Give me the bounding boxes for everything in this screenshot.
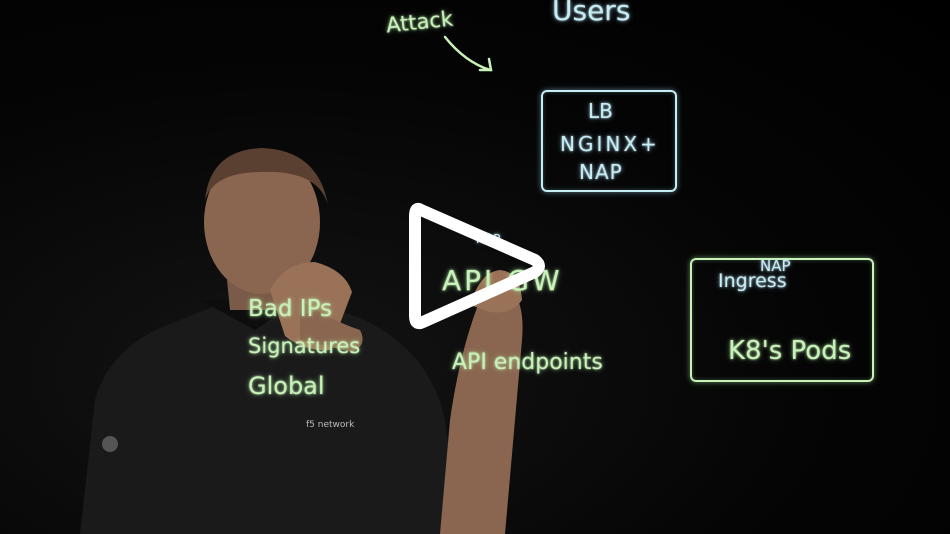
ingress-label: Ingress bbox=[718, 270, 787, 292]
play-icon bbox=[409, 202, 545, 330]
play-button[interactable] bbox=[405, 196, 545, 336]
lb-label: LB bbox=[588, 99, 613, 123]
api-endpoints-label: API endpoints bbox=[452, 350, 603, 375]
feature-signatures: Signatures bbox=[248, 334, 361, 358]
feature-global: Global bbox=[248, 372, 325, 400]
shirt-logo: f5 network bbox=[306, 420, 355, 430]
nap-label: NAP bbox=[579, 160, 623, 184]
video-player[interactable]: f5 network Users Attack LB NGINX+ NAP NA… bbox=[0, 0, 950, 534]
k8s-pods-label: K8's Pods bbox=[728, 336, 852, 366]
nginx-label: NGINX+ bbox=[560, 132, 660, 156]
feature-bad-ips: Bad IPs bbox=[248, 296, 333, 322]
users-label: Users bbox=[552, 0, 631, 27]
attack-arrow-icon bbox=[443, 35, 493, 72]
